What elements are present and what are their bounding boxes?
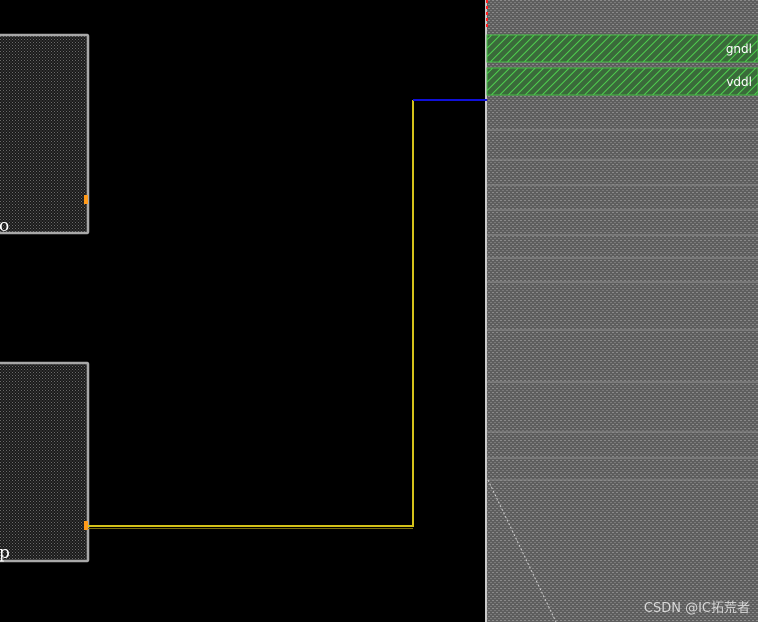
power-rail-gndl[interactable]: gndl <box>486 34 758 63</box>
cell-lower-pin-marker[interactable] <box>84 521 88 530</box>
vddl-label: vddl <box>726 75 752 89</box>
signal-route[interactable] <box>88 100 414 529</box>
gndl-label: gndl <box>726 42 752 56</box>
cell-lower-pin-label: p <box>0 543 10 563</box>
watermark: CSDN @IC拓荒者 <box>644 601 750 616</box>
cell-upper-pin-label: o <box>0 216 9 236</box>
cell-upper[interactable]: o <box>0 33 90 236</box>
cell-upper-pin-marker[interactable] <box>84 195 88 204</box>
cell-lower[interactable]: p <box>0 361 90 563</box>
layout-canvas[interactable]: gndl vddl o p CSDN @IC拓荒者 <box>0 0 758 622</box>
power-rail-vddl[interactable]: vddl <box>486 67 758 96</box>
